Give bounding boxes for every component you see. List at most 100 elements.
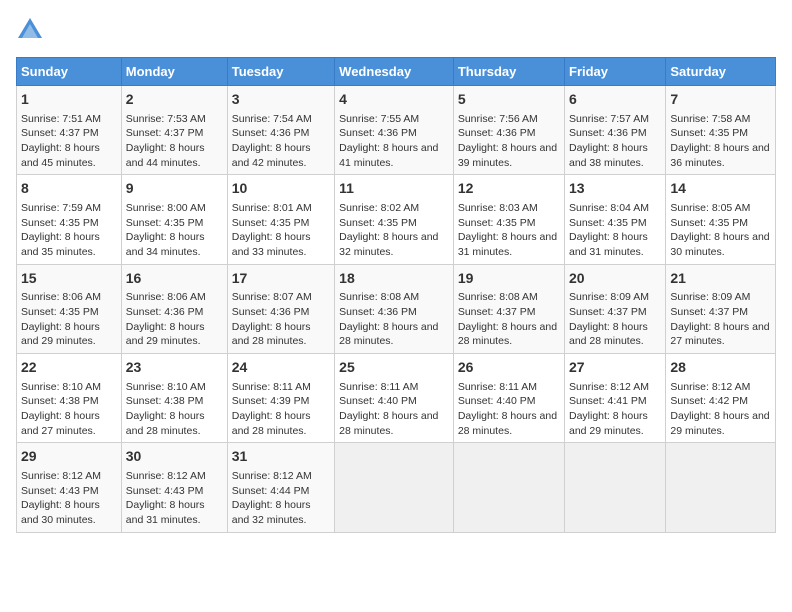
day-number: 27 <box>569 358 661 378</box>
day-info: Sunrise: 8:02 AMSunset: 4:35 PMDaylight:… <box>339 201 449 260</box>
calendar-cell: 28Sunrise: 8:12 AMSunset: 4:42 PMDayligh… <box>666 354 776 443</box>
page-header <box>16 16 776 49</box>
calendar-cell: 17Sunrise: 8:07 AMSunset: 4:36 PMDayligh… <box>227 264 334 353</box>
day-info: Sunrise: 8:12 AMSunset: 4:43 PMDaylight:… <box>126 469 223 528</box>
day-info: Sunrise: 7:59 AMSunset: 4:35 PMDaylight:… <box>21 201 117 260</box>
day-info: Sunrise: 7:51 AMSunset: 4:37 PMDaylight:… <box>21 112 117 171</box>
calendar-cell: 24Sunrise: 8:11 AMSunset: 4:39 PMDayligh… <box>227 354 334 443</box>
calendar-cell <box>335 443 454 532</box>
calendar-cell: 4Sunrise: 7:55 AMSunset: 4:36 PMDaylight… <box>335 86 454 175</box>
day-info: Sunrise: 8:09 AMSunset: 4:37 PMDaylight:… <box>569 290 661 349</box>
day-info: Sunrise: 7:53 AMSunset: 4:37 PMDaylight:… <box>126 112 223 171</box>
day-info: Sunrise: 8:11 AMSunset: 4:40 PMDaylight:… <box>339 380 449 439</box>
day-number: 26 <box>458 358 560 378</box>
calendar-cell: 31Sunrise: 8:12 AMSunset: 4:44 PMDayligh… <box>227 443 334 532</box>
calendar-week-row: 8Sunrise: 7:59 AMSunset: 4:35 PMDaylight… <box>17 175 776 264</box>
day-number: 10 <box>232 179 330 199</box>
calendar-cell: 2Sunrise: 7:53 AMSunset: 4:37 PMDaylight… <box>121 86 227 175</box>
day-info: Sunrise: 8:01 AMSunset: 4:35 PMDaylight:… <box>232 201 330 260</box>
day-number: 21 <box>670 269 771 289</box>
day-info: Sunrise: 7:56 AMSunset: 4:36 PMDaylight:… <box>458 112 560 171</box>
day-number: 2 <box>126 90 223 110</box>
day-number: 28 <box>670 358 771 378</box>
day-number: 24 <box>232 358 330 378</box>
calendar-cell: 18Sunrise: 8:08 AMSunset: 4:36 PMDayligh… <box>335 264 454 353</box>
day-number: 22 <box>21 358 117 378</box>
calendar-cell: 9Sunrise: 8:00 AMSunset: 4:35 PMDaylight… <box>121 175 227 264</box>
logo <box>16 16 48 49</box>
column-header-tuesday: Tuesday <box>227 58 334 86</box>
day-info: Sunrise: 8:08 AMSunset: 4:37 PMDaylight:… <box>458 290 560 349</box>
day-number: 15 <box>21 269 117 289</box>
calendar-cell <box>565 443 666 532</box>
column-header-sunday: Sunday <box>17 58 122 86</box>
calendar-week-row: 22 Sunrise: 8:10 AMSunset: 4:38 PMDayligh… <box>17 354 776 443</box>
day-info: Sunrise: 8:06 AMSunset: 4:36 PMDaylight:… <box>126 290 223 349</box>
day-number: 11 <box>339 179 449 199</box>
calendar-cell: 29Sunrise: 8:12 AMSunset: 4:43 PMDayligh… <box>17 443 122 532</box>
calendar-cell: 7Sunrise: 7:58 AMSunset: 4:35 PMDaylight… <box>666 86 776 175</box>
day-number: 4 <box>339 90 449 110</box>
calendar-cell: 25Sunrise: 8:11 AMSunset: 4:40 PMDayligh… <box>335 354 454 443</box>
day-info: Sunrise: 7:58 AMSunset: 4:35 PMDaylight:… <box>670 112 771 171</box>
day-info: Sunrise: 8:09 AMSunset: 4:37 PMDaylight:… <box>670 290 771 349</box>
day-number: 9 <box>126 179 223 199</box>
calendar-header-row: SundayMondayTuesdayWednesdayThursdayFrid… <box>17 58 776 86</box>
calendar-cell: 15Sunrise: 8:06 AMSunset: 4:35 PMDayligh… <box>17 264 122 353</box>
calendar-cell: 5Sunrise: 7:56 AMSunset: 4:36 PMDaylight… <box>453 86 564 175</box>
calendar-week-row: 1Sunrise: 7:51 AMSunset: 4:37 PMDaylight… <box>17 86 776 175</box>
calendar-cell: 6Sunrise: 7:57 AMSunset: 4:36 PMDaylight… <box>565 86 666 175</box>
day-number: 20 <box>569 269 661 289</box>
logo-icon <box>16 16 44 49</box>
day-info: Sunrise: 8:12 AMSunset: 4:44 PMDaylight:… <box>232 469 330 528</box>
day-number: 12 <box>458 179 560 199</box>
calendar-cell: 13Sunrise: 8:04 AMSunset: 4:35 PMDayligh… <box>565 175 666 264</box>
calendar-cell: 8Sunrise: 7:59 AMSunset: 4:35 PMDaylight… <box>17 175 122 264</box>
day-number: 13 <box>569 179 661 199</box>
calendar-cell: 12Sunrise: 8:03 AMSunset: 4:35 PMDayligh… <box>453 175 564 264</box>
day-number: 17 <box>232 269 330 289</box>
day-info: Sunrise: 8:12 AMSunset: 4:42 PMDaylight:… <box>670 380 771 439</box>
column-header-monday: Monday <box>121 58 227 86</box>
calendar-cell: 27Sunrise: 8:12 AMSunset: 4:41 PMDayligh… <box>565 354 666 443</box>
day-number: 19 <box>458 269 560 289</box>
calendar-week-row: 29Sunrise: 8:12 AMSunset: 4:43 PMDayligh… <box>17 443 776 532</box>
calendar-cell: 3Sunrise: 7:54 AMSunset: 4:36 PMDaylight… <box>227 86 334 175</box>
calendar-cell: 16Sunrise: 8:06 AMSunset: 4:36 PMDayligh… <box>121 264 227 353</box>
day-number: 31 <box>232 447 330 467</box>
calendar-cell <box>666 443 776 532</box>
day-info: Sunrise: 8:08 AMSunset: 4:36 PMDaylight:… <box>339 290 449 349</box>
day-info: Sunrise: 8:04 AMSunset: 4:35 PMDaylight:… <box>569 201 661 260</box>
day-info: Sunrise: 8:10 AMSunset: 4:38 PMDaylight:… <box>126 380 223 439</box>
day-info: Sunrise: 7:57 AMSunset: 4:36 PMDaylight:… <box>569 112 661 171</box>
calendar-week-row: 15Sunrise: 8:06 AMSunset: 4:35 PMDayligh… <box>17 264 776 353</box>
day-info: Sunrise: 7:54 AMSunset: 4:36 PMDaylight:… <box>232 112 330 171</box>
calendar-cell: 19Sunrise: 8:08 AMSunset: 4:37 PMDayligh… <box>453 264 564 353</box>
day-info: Sunrise: 8:03 AMSunset: 4:35 PMDaylight:… <box>458 201 560 260</box>
calendar-cell: 20Sunrise: 8:09 AMSunset: 4:37 PMDayligh… <box>565 264 666 353</box>
calendar-cell: 14Sunrise: 8:05 AMSunset: 4:35 PMDayligh… <box>666 175 776 264</box>
column-header-friday: Friday <box>565 58 666 86</box>
calendar-cell: 10Sunrise: 8:01 AMSunset: 4:35 PMDayligh… <box>227 175 334 264</box>
calendar-cell: 1Sunrise: 7:51 AMSunset: 4:37 PMDaylight… <box>17 86 122 175</box>
day-info: Sunrise: 8:05 AMSunset: 4:35 PMDaylight:… <box>670 201 771 260</box>
day-number: 8 <box>21 179 117 199</box>
day-info: Sunrise: 8:12 AMSunset: 4:41 PMDaylight:… <box>569 380 661 439</box>
day-info: Sunrise: 8:07 AMSunset: 4:36 PMDaylight:… <box>232 290 330 349</box>
calendar-cell: 21Sunrise: 8:09 AMSunset: 4:37 PMDayligh… <box>666 264 776 353</box>
day-info: Sunrise: 7:55 AMSunset: 4:36 PMDaylight:… <box>339 112 449 171</box>
day-number: 25 <box>339 358 449 378</box>
day-number: 18 <box>339 269 449 289</box>
day-number: 5 <box>458 90 560 110</box>
day-number: 23 <box>126 358 223 378</box>
day-number: 16 <box>126 269 223 289</box>
day-number: 1 <box>21 90 117 110</box>
day-number: 3 <box>232 90 330 110</box>
calendar-cell: 22Sunrise: 8:10 AMSunset: 4:38 PMDayligh… <box>17 354 122 443</box>
day-info: Sunrise: 8:11 AMSunset: 4:40 PMDaylight:… <box>458 380 560 439</box>
calendar-cell <box>453 443 564 532</box>
calendar-cell: 26Sunrise: 8:11 AMSunset: 4:40 PMDayligh… <box>453 354 564 443</box>
day-number: 14 <box>670 179 771 199</box>
calendar-cell: 30Sunrise: 8:12 AMSunset: 4:43 PMDayligh… <box>121 443 227 532</box>
day-info: Sunrise: 8:06 AMSunset: 4:35 PMDaylight:… <box>21 290 117 349</box>
